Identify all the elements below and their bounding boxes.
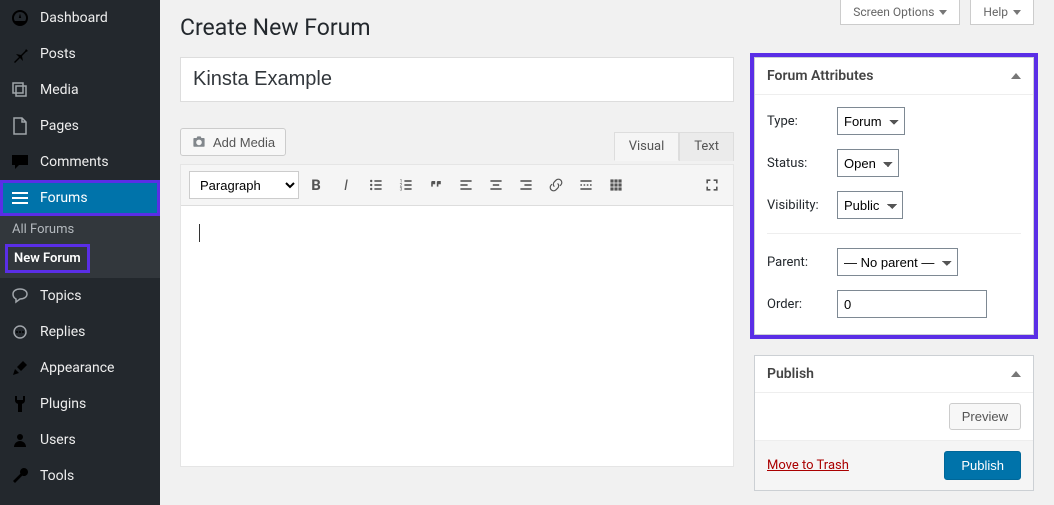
align-left-button[interactable] [453, 172, 479, 198]
forum-title-input[interactable] [180, 57, 734, 102]
sidebar-submenu-forums: All Forums New Forum [0, 216, 160, 278]
forums-icon [10, 188, 30, 208]
sidebar-item-appearance[interactable]: Appearance [0, 350, 160, 386]
parent-select[interactable]: — No parent — [837, 248, 958, 276]
sidebar-item-label: Posts [40, 46, 76, 62]
publish-toggle[interactable]: Publish [755, 356, 1033, 393]
screen-options-label: Screen Options [853, 5, 934, 19]
sidebar-item-label: Media [40, 82, 79, 98]
admin-sidebar: Dashboard Posts Media Pages Comments For… [0, 0, 160, 505]
sidebar-item-users[interactable]: Users [0, 422, 160, 458]
sidebar-item-label: Users [40, 432, 76, 448]
format-select[interactable]: Paragraph [189, 171, 299, 199]
sidebar-item-posts[interactable]: Posts [0, 36, 160, 72]
top-tabs: Screen Options Help [840, 0, 1034, 25]
sidebar-item-plugins[interactable]: Plugins [0, 386, 160, 422]
sidebar-item-replies[interactable]: Replies [0, 314, 160, 350]
tab-text[interactable]: Text [679, 132, 734, 161]
help-tab[interactable]: Help [970, 0, 1034, 25]
toolbar-toggle-button[interactable] [603, 172, 629, 198]
numbered-list-button[interactable]: 123 [393, 172, 419, 198]
status-label: Status: [767, 156, 837, 171]
pages-icon [10, 116, 30, 136]
bullet-list-button[interactable] [363, 172, 389, 198]
sidebar-item-label: Replies [40, 324, 85, 340]
forum-attributes-metabox: Forum Attributes Type: Forum Status: Ope… [754, 57, 1034, 335]
visibility-select[interactable]: Public [837, 191, 903, 219]
fullscreen-button[interactable] [699, 172, 725, 198]
publish-metabox: Publish Preview Move to Trash Publish [754, 355, 1034, 491]
blockquote-button[interactable] [423, 172, 449, 198]
add-media-label: Add Media [213, 135, 275, 150]
parent-label: Parent: [767, 255, 837, 270]
editor-mode-tabs: Visual Text [614, 132, 734, 161]
forum-attributes-title: Forum Attributes [767, 68, 873, 84]
text-cursor [199, 224, 200, 242]
sidebar-item-pages[interactable]: Pages [0, 108, 160, 144]
sidebar-item-media[interactable]: Media [0, 72, 160, 108]
dashboard-icon [10, 8, 30, 28]
link-button[interactable] [543, 172, 569, 198]
sidebar-subitem-new-forum[interactable]: New Forum [8, 247, 87, 270]
plugins-icon [10, 394, 30, 414]
move-to-trash-link[interactable]: Move to Trash [767, 458, 849, 473]
status-select[interactable]: Open [837, 149, 899, 177]
main-content: Screen Options Help Create New Forum Add… [160, 0, 1054, 505]
sidebar-item-label: Forums [40, 190, 88, 206]
order-input[interactable] [837, 290, 987, 318]
tools-icon [10, 466, 30, 486]
chevron-up-icon [1011, 371, 1021, 377]
sidebar-item-label: Appearance [40, 360, 114, 376]
replies-icon [10, 322, 30, 342]
sidebar-item-dashboard[interactable]: Dashboard [0, 0, 160, 36]
bold-button[interactable]: B [303, 172, 329, 198]
editor-toolbar: Paragraph B I 123 [181, 165, 733, 206]
align-right-button[interactable] [513, 172, 539, 198]
sidebar-subitem-all-forums[interactable]: All Forums [0, 216, 160, 243]
sidebar-item-label: Dashboard [40, 10, 108, 26]
appearance-icon [10, 358, 30, 378]
type-label: Type: [767, 114, 837, 129]
meta-column: Forum Attributes Type: Forum Status: Ope… [754, 57, 1034, 505]
tab-visual[interactable]: Visual [614, 132, 680, 161]
help-label: Help [983, 5, 1008, 19]
sidebar-item-topics[interactable]: Topics [0, 278, 160, 314]
sidebar-item-tools[interactable]: Tools [0, 458, 160, 494]
pin-icon [10, 44, 30, 64]
visibility-label: Visibility: [767, 198, 837, 213]
users-icon [10, 430, 30, 450]
add-media-button[interactable]: Add Media [180, 128, 286, 156]
publish-button[interactable]: Publish [944, 451, 1021, 480]
chevron-up-icon [1011, 73, 1021, 79]
sidebar-item-label: Plugins [40, 396, 86, 412]
italic-button[interactable]: I [333, 172, 359, 198]
order-label: Order: [767, 297, 837, 312]
forum-attributes-toggle[interactable]: Forum Attributes [755, 58, 1033, 95]
media-icon [10, 80, 30, 100]
sidebar-item-label: Tools [40, 468, 74, 484]
sidebar-item-label: Comments [40, 154, 109, 170]
chevron-down-icon [1013, 10, 1021, 15]
align-center-button[interactable] [483, 172, 509, 198]
editor-column: Add Media Visual Text Paragraph B I 12 [180, 57, 734, 505]
read-more-button[interactable] [573, 172, 599, 198]
sidebar-item-comments[interactable]: Comments [0, 144, 160, 180]
sidebar-item-label: Pages [40, 118, 79, 134]
topics-icon [10, 286, 30, 306]
comments-icon [10, 152, 30, 172]
preview-button[interactable]: Preview [949, 403, 1021, 430]
publish-heading: Publish [767, 366, 814, 382]
svg-text:3: 3 [400, 187, 403, 193]
editor-body[interactable] [181, 206, 733, 466]
content-editor: Paragraph B I 123 [180, 164, 734, 467]
screen-options-tab[interactable]: Screen Options [840, 0, 960, 25]
sidebar-item-forums[interactable]: Forums [0, 180, 160, 216]
sidebar-item-label: Topics [40, 288, 81, 304]
chevron-down-icon [939, 10, 947, 15]
type-select[interactable]: Forum [837, 107, 905, 135]
camera-icon [191, 134, 207, 150]
